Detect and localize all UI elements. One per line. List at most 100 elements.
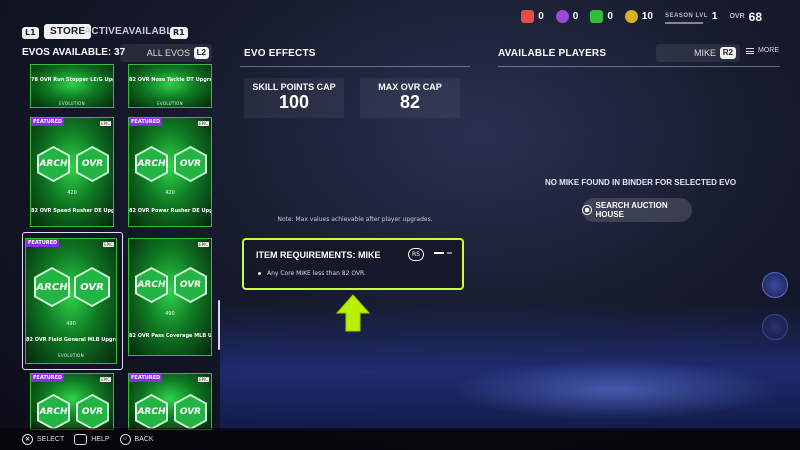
controller-hints-footer: ✕ SELECT HELP ○ BACK <box>0 428 800 450</box>
evo-card-type: EVOLUTION <box>59 101 85 106</box>
currency-red-value: 0 <box>538 11 544 22</box>
evo-card[interactable]: FEATURED EPIC ARCH OVR <box>128 373 212 430</box>
arch-hex-icon: ARCH <box>37 394 70 429</box>
back-hint[interactable]: ○ BACK <box>119 433 154 445</box>
l1-button-hint[interactable]: L1 <box>22 27 39 39</box>
back-hint-label: BACK <box>134 435 154 443</box>
arch-hex-icon: ARCH <box>34 267 70 307</box>
skill-points-cap-box: SKILL POINTS CAP 100 <box>244 78 344 118</box>
evo-card-hexes: ARCH OVR <box>135 146 207 182</box>
ovr-hex-label: OVR <box>78 148 107 180</box>
evo-card-cost: 490 <box>165 311 175 317</box>
currency-yellow: 10 <box>624 10 653 23</box>
currency-yellow-value: 10 <box>641 11 653 22</box>
ovr-hex-icon: OVR <box>174 146 207 182</box>
ovr-hex-icon: OVR <box>76 146 109 182</box>
circle-button-icon: ○ <box>119 433 131 445</box>
select-hint-label: SELECT <box>37 435 65 443</box>
evo-card-name: 82 OVR Pass Coverage MLB Upgrade <box>129 333 212 339</box>
evo-card-cost: 420 <box>165 190 175 196</box>
arch-hex-label: ARCH <box>39 148 68 180</box>
rarity-badge: EPIC <box>103 242 114 247</box>
arch-hex-label: ARCH <box>36 269 68 305</box>
section-divider <box>498 66 780 67</box>
ovr-hex-label: OVR <box>176 148 205 180</box>
evo-card-name: 82 OVR Power Rusher DE Upgrade <box>129 208 212 214</box>
rarity-badge: EPIC <box>198 121 209 126</box>
featured-badge: FEATURED <box>26 239 60 247</box>
season-level-block: SEASON LVL <box>665 9 708 24</box>
featured-badge: FEATURED <box>129 374 163 382</box>
evo-card-hexes: ARCH OVR <box>37 394 109 429</box>
page-indicator-active <box>434 252 444 254</box>
evos-available-count: EVOS AVAILABLE: 37 <box>22 47 126 58</box>
evo-card[interactable]: FEATURED EPIC ARCH OVR 420 82 OVR Speed … <box>30 117 114 227</box>
search-auction-house-button[interactable]: SEARCH AUCTION HOUSE <box>582 198 692 222</box>
more-label: MORE <box>758 47 779 54</box>
coin-purple-icon <box>555 10 569 23</box>
empty-state-message: NO MIKE FOUND IN BINDER FOR SELECTED EVO <box>544 178 737 187</box>
ovr-hex-label: OVR <box>78 396 107 428</box>
season-progress-bar <box>665 22 703 24</box>
rarity-badge: EPIC <box>198 242 209 247</box>
background-glow <box>450 360 780 420</box>
evo-card-hexes: ARCH OVR <box>34 267 110 307</box>
league-shield-icon <box>762 314 788 340</box>
arch-hex-label: ARCH <box>137 148 166 180</box>
evo-card-name: 82 OVR Speed Rusher DE Upgrade <box>31 208 114 214</box>
ovr-hex-icon: OVR <box>74 267 110 307</box>
evo-card-hexes: ARCH OVR <box>135 267 207 303</box>
item-requirements-box[interactable]: ITEM REQUIREMENTS: MIKE RS Any Core MIKE… <box>242 238 464 290</box>
evo-card-cost: 490 <box>66 321 76 327</box>
currency-bar: 0 0 0 10 SEASON LVL 1 OVR 68 <box>521 9 762 24</box>
arch-hex-icon: ARCH <box>37 146 70 182</box>
available-players-title: AVAILABLE PLAYERS <box>498 48 607 59</box>
evos-filter-dropdown[interactable]: ALL EVOS L2 <box>120 44 212 62</box>
position-filter-dropdown[interactable]: MIKE R2 <box>656 44 740 62</box>
arch-hex-icon: ARCH <box>135 146 168 182</box>
evo-card-name: 82 OVR Nose Tackle DT Upgrade <box>129 77 212 83</box>
evo-card-selected[interactable]: FEATURED EPIC ARCH OVR 490 82 OVR Field … <box>25 238 117 364</box>
season-level: SEASON LVL 1 <box>665 9 717 24</box>
evos-list-scrollbar[interactable] <box>218 300 220 350</box>
help-hint[interactable]: HELP <box>74 433 110 445</box>
rarity-badge: EPIC <box>198 377 209 382</box>
section-divider <box>240 66 470 67</box>
featured-badge: FEATURED <box>31 374 65 382</box>
currency-purple: 0 <box>555 10 579 23</box>
r1-button-hint[interactable]: R1 <box>170 27 188 39</box>
arch-hex-label: ARCH <box>137 269 166 301</box>
currency-green-value: 0 <box>607 11 613 22</box>
currency-red: 0 <box>521 10 544 23</box>
coin-yellow-icon <box>624 10 638 23</box>
requirement-item: Any Core MIKE less than 82 OVR. <box>258 270 366 277</box>
evo-card[interactable]: 78 OVR Run Stopper LE/G Upgrade EVOLUTIO… <box>30 64 114 108</box>
tab-active[interactable]: ACTIVE <box>84 26 122 37</box>
ovr-hex-icon: OVR <box>76 394 109 429</box>
available-players-panel: AVAILABLE PLAYERS MIKE R2 MORE NO MIKE F… <box>498 42 783 242</box>
evo-card[interactable]: FEATURED EPIC ARCH OVR 420 82 OVR Power … <box>128 117 212 227</box>
evo-card[interactable]: 82 OVR Nose Tackle DT Upgrade EVOLUTION <box>128 64 212 108</box>
item-requirements-title: ITEM REQUIREMENTS: MIKE <box>256 250 381 260</box>
currency-purple-value: 0 <box>572 11 579 22</box>
stat-value: 82 <box>399 92 421 112</box>
select-hint[interactable]: ✕ SELECT <box>22 433 65 445</box>
stat-value: 100 <box>278 92 310 112</box>
top-bar: L1 STORE ACTIVE AVAILABLE R1 0 0 0 10 SE… <box>0 0 800 42</box>
cross-button-icon: ✕ <box>22 433 33 445</box>
help-hint-label: HELP <box>91 435 110 443</box>
ovr-value: 68 <box>748 9 762 24</box>
requirement-text: Any Core MIKE less than 82 OVR. <box>267 270 366 277</box>
position-filter-label: MIKE <box>693 48 716 58</box>
bullet-icon <box>258 272 261 275</box>
evo-card[interactable]: EPIC ARCH OVR 490 82 OVR Pass Coverage M… <box>128 238 212 356</box>
team-ovr: OVR 68 <box>729 10 762 24</box>
search-auction-house-label: SEARCH AUCTION HOUSE <box>595 201 668 219</box>
evo-card-name: 78 OVR Run Stopper LE/G Upgrade <box>31 77 113 83</box>
ovr-hex-icon: OVR <box>174 394 207 429</box>
max-values-note: Note: Max values achievable after player… <box>277 216 433 223</box>
evo-card-hexes: ARCH OVR <box>37 146 109 182</box>
more-button[interactable]: MORE <box>746 47 779 54</box>
evo-card-cost: 420 <box>67 190 77 196</box>
evo-card[interactable]: FEATURED EPIC ARCH OVR <box>30 373 114 430</box>
